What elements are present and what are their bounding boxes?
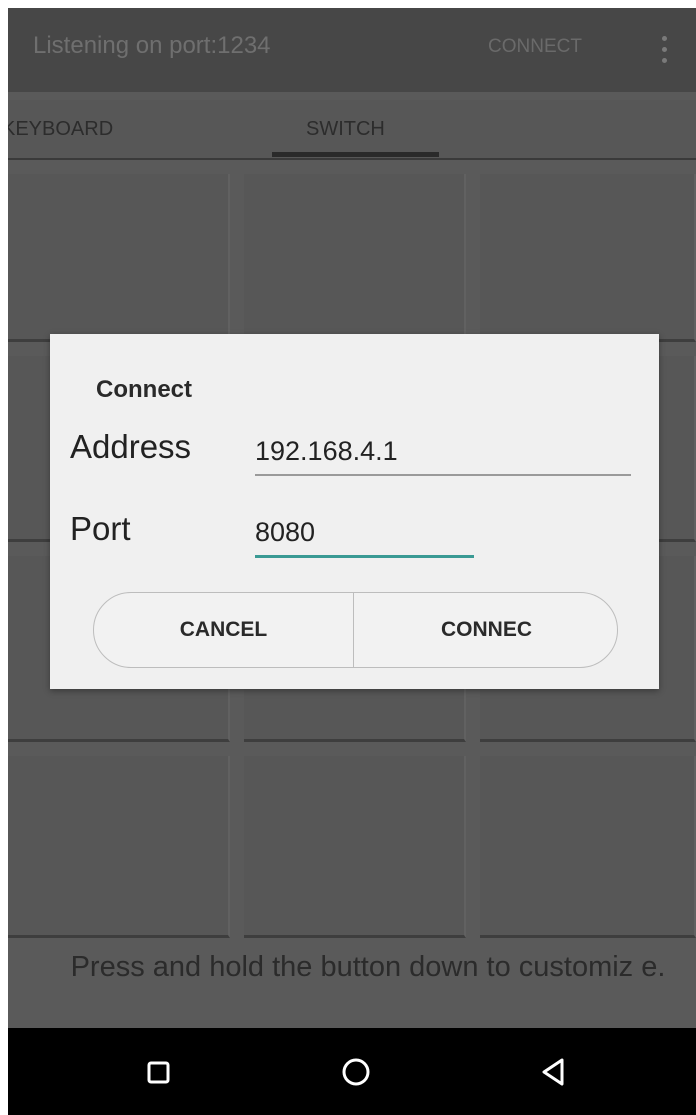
switch-button[interactable] — [480, 756, 696, 938]
switch-button[interactable] — [244, 174, 466, 342]
connect-action-button[interactable]: CONNECT — [488, 36, 582, 58]
cancel-button[interactable]: CANCEL — [94, 593, 353, 667]
dialog-title: Connect — [96, 376, 192, 403]
tab-selected-indicator — [272, 152, 439, 157]
more-vert-icon[interactable] — [654, 32, 674, 68]
port-label: Port — [70, 510, 131, 547]
back-triangle-icon[interactable] — [534, 1052, 574, 1092]
connect-button[interactable]: CONNEC — [354, 593, 617, 667]
switch-button[interactable] — [480, 174, 696, 342]
phone-screen: Listening on port:1234 CONNECT KEYBOARD … — [0, 0, 696, 1115]
tab-switch[interactable]: SWITCH — [306, 118, 385, 141]
dialog-button-group: CANCEL CONNEC — [93, 592, 618, 668]
tab-keyboard[interactable]: KEYBOARD — [8, 118, 113, 141]
switch-button[interactable] — [244, 756, 466, 938]
recents-square-icon[interactable] — [138, 1052, 178, 1092]
address-input[interactable] — [255, 428, 631, 476]
customize-hint: Press and hold the button down to custom… — [70, 951, 666, 983]
port-input[interactable] — [255, 510, 474, 558]
navigation-bar — [8, 1028, 696, 1115]
connect-dialog: Connect Address Port CANCEL CONNEC — [50, 334, 659, 689]
home-circle-icon[interactable] — [336, 1052, 376, 1092]
switch-button[interactable] — [8, 756, 230, 938]
address-label: Address — [70, 428, 192, 465]
app-title: Listening on port:1234 — [33, 32, 271, 59]
action-bar: Listening on port:1234 CONNECT — [8, 8, 696, 92]
tab-bar: KEYBOARD SWITCH — [8, 100, 696, 160]
switch-button[interactable] — [8, 174, 230, 342]
